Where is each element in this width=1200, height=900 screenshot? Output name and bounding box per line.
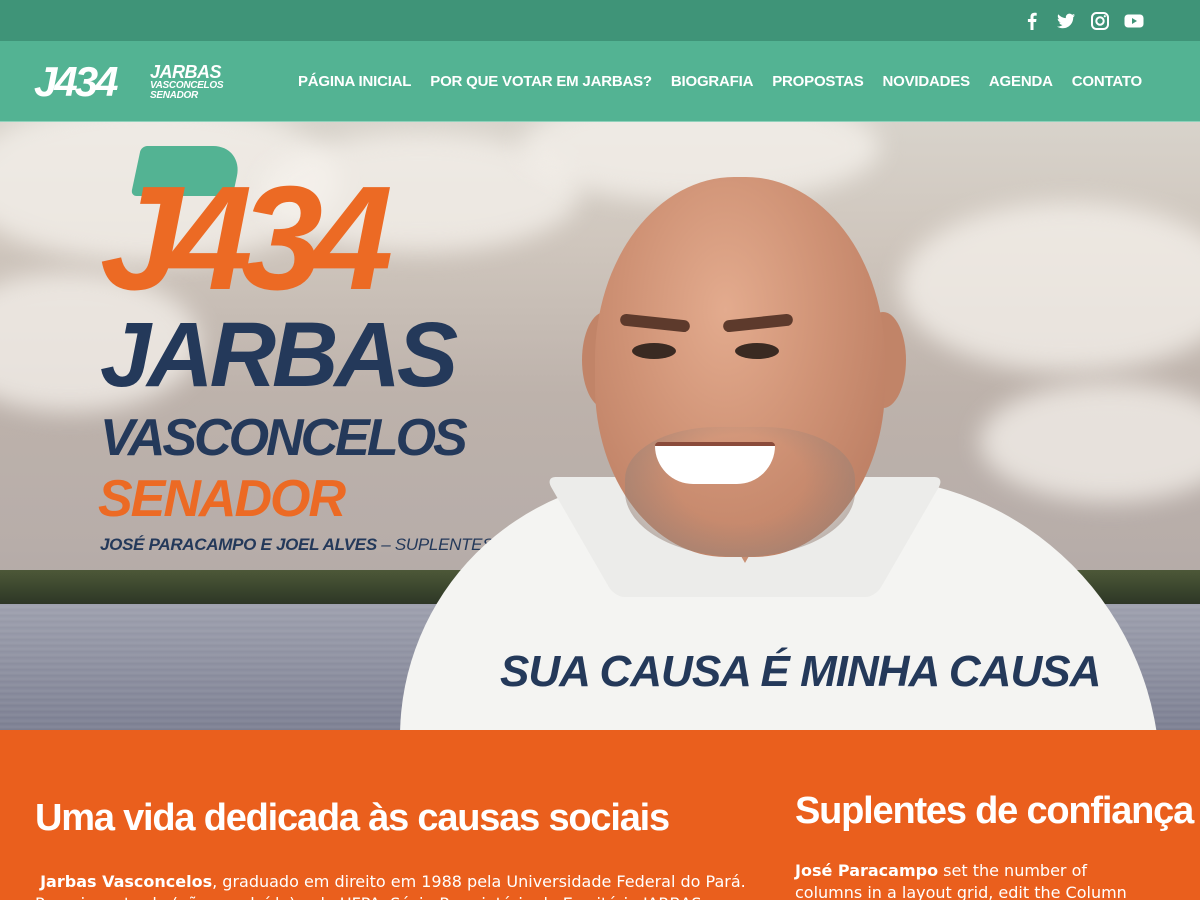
twitter-icon bbox=[1057, 13, 1075, 29]
hero-slogan: SUA CAUSA É MINHA CAUSA bbox=[500, 647, 1101, 696]
nav-pagina-inicial[interactable]: PÁGINA INICIAL bbox=[298, 73, 412, 90]
social-instagram-link[interactable] bbox=[1090, 11, 1110, 31]
logo-number: J434 bbox=[34, 58, 118, 105]
social-links bbox=[1022, 10, 1144, 32]
social-facebook-link[interactable] bbox=[1022, 11, 1042, 31]
bio-title: Uma vida dedicada às causas sociais bbox=[35, 797, 670, 839]
logo-mark: J434 bbox=[34, 59, 146, 105]
logo-text: JARBAS VASCONCELOS SENADOR bbox=[150, 62, 224, 101]
hero-candidate-role: SENADOR bbox=[98, 470, 346, 528]
logo-name: JARBAS bbox=[150, 62, 222, 82]
social-twitter-link[interactable] bbox=[1056, 11, 1076, 31]
site-logo[interactable]: J434 JARBAS VASCONCELOS SENADOR bbox=[34, 57, 224, 107]
top-social-bar bbox=[0, 0, 1200, 41]
nav-contato[interactable]: CONTATO bbox=[1072, 73, 1142, 90]
nav-novidades[interactable]: NOVIDADES bbox=[883, 73, 971, 90]
nav-agenda[interactable]: AGENDA bbox=[989, 73, 1053, 90]
instagram-icon bbox=[1091, 12, 1109, 30]
bio-column: Uma vida dedicada às causas sociais Jarb… bbox=[35, 795, 750, 900]
nav-propostas[interactable]: PROPOSTAS bbox=[772, 73, 863, 90]
bio-name: Jarbas Vasconcelos bbox=[40, 872, 213, 891]
candidate-eye-left bbox=[632, 343, 676, 359]
candidate-smile bbox=[655, 442, 775, 484]
bio-paragraph: Jarbas Vasconcelos, graduado em direito … bbox=[35, 871, 750, 900]
main-header: J434 JARBAS VASCONCELOS SENADOR PÁGINA I… bbox=[0, 41, 1200, 122]
youtube-icon bbox=[1124, 14, 1144, 28]
main-nav: PÁGINA INICIAL POR QUE VOTAR EM JARBAS? … bbox=[298, 41, 1142, 122]
suplentes-paragraph: José Paracampo set the number of columns… bbox=[795, 860, 1155, 900]
nav-por-que-votar[interactable]: POR QUE VOTAR EM JARBAS? bbox=[430, 73, 652, 90]
suplentes-title: Suplentes de confiança bbox=[795, 790, 1194, 832]
intro-section: Uma vida dedicada às causas sociais Jarb… bbox=[0, 730, 1200, 900]
suplentes-column: Suplentes de confiança José Paracampo se… bbox=[795, 788, 1194, 900]
candidate-eye-right bbox=[735, 343, 779, 359]
hero-number: J434 bbox=[100, 156, 393, 321]
social-youtube-link[interactable] bbox=[1124, 11, 1144, 31]
logo-role: SENADOR bbox=[150, 90, 198, 101]
hero-suplentes-names: JOSÉ PARACAMPO E JOEL ALVES bbox=[100, 535, 377, 554]
suplentes-name: José Paracampo bbox=[795, 861, 939, 880]
nav-biografia[interactable]: BIOGRAFIA bbox=[671, 73, 754, 90]
facebook-icon bbox=[1027, 12, 1037, 31]
hero-banner: J434 JARBAS VASCONCELOS SENADOR JOSÉ PAR… bbox=[0, 122, 1200, 730]
